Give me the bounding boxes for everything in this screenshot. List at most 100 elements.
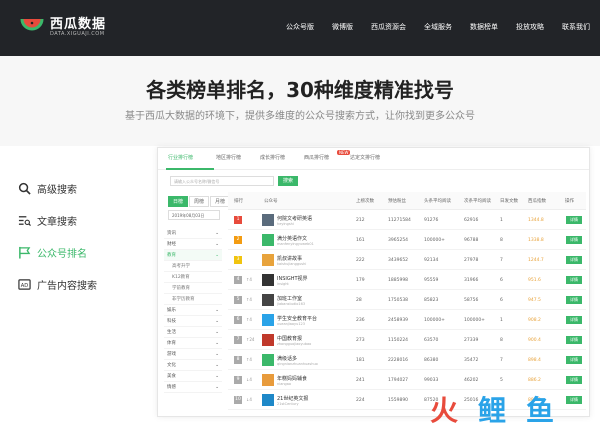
category-list: 资讯 ⌄ 财经 ⌄ 教育 ⌄ 高考升学 K12教育 学前教育 非学历教育 娱乐 ⌄ 科技 ⌄ 生活 ⌄ 体育 ⌄ 游…: [164, 228, 222, 393]
account-name[interactable]: 加班工作室: [277, 295, 302, 302]
table-row[interactable]: 1 何院文考研英语 heyingshi 212 11271584 91276 62916 1 1…: [228, 211, 586, 230]
table-row[interactable]: 7 ↑24 中国教育报 zhongguojiaoyubao 273 1150224 6357…: [228, 331, 586, 350]
account-avatar: [262, 334, 274, 346]
col-daily-posts: 日发文数: [500, 199, 518, 204]
detail-button[interactable]: 详情: [566, 296, 582, 304]
account-avatar: [262, 254, 274, 266]
account-name[interactable]: 21世纪英文报: [277, 395, 308, 402]
account-name[interactable]: 满分英语作文: [277, 235, 307, 242]
nav-item-services[interactable]: 全域服务: [424, 22, 452, 32]
category-label: 体育: [167, 341, 176, 346]
menu-item-account-ranking[interactable]: 公众号排名: [18, 236, 128, 268]
rank-trend: ↑4: [246, 297, 252, 302]
tab-growth-ranking[interactable]: 成长排行榜: [260, 154, 285, 161]
cell-listed-times: 161: [356, 238, 365, 243]
account-name[interactable]: 年糕妈妈辅食: [277, 375, 307, 382]
tab-region-ranking[interactable]: 地区排行榜: [216, 154, 241, 161]
detail-button[interactable]: 详情: [566, 236, 582, 244]
cell-daily-posts: 6: [500, 298, 503, 303]
category-item[interactable]: 娱乐 ⌄: [164, 305, 222, 316]
account-id: 21stCentury: [277, 402, 299, 406]
date-picker[interactable]: 2019年08月03日: [168, 210, 220, 220]
rank-number: 10: [234, 396, 242, 404]
detail-button[interactable]: 详情: [566, 336, 582, 344]
category-subitem[interactable]: 非学历教育: [164, 294, 222, 305]
detail-button[interactable]: 详情: [566, 316, 582, 324]
cell-head-avg-read: 86380: [424, 358, 439, 363]
account-name[interactable]: 学生安全教育平台: [277, 315, 317, 322]
nav-item-wechat[interactable]: 公众号版: [286, 22, 314, 32]
watermark-char: 鱼: [526, 394, 555, 427]
category-label: 娱乐: [167, 308, 176, 313]
category-label: 教育: [167, 253, 176, 258]
category-subitem[interactable]: K12教育: [164, 272, 222, 283]
account-avatar: [262, 354, 274, 366]
chevron-down-icon: ⌄: [215, 230, 219, 236]
category-item[interactable]: 科技 ⌄: [164, 316, 222, 327]
period-day[interactable]: 日榜: [168, 196, 189, 207]
detail-button[interactable]: 详情: [566, 356, 582, 364]
rank-trend: ↓4: [246, 377, 252, 382]
cell-listed-times: 273: [356, 338, 365, 343]
category-item[interactable]: 文化 ⌄: [164, 360, 222, 371]
period-week[interactable]: 周榜: [189, 196, 210, 207]
cell-daily-posts: 1: [500, 218, 503, 223]
account-name[interactable]: 何院文考研英语: [277, 215, 312, 222]
account-name[interactable]: 中国教育报: [277, 335, 302, 342]
cell-xigua-index: 898.4: [528, 358, 541, 363]
account-id: heyingshi: [277, 222, 294, 226]
hero-title: 各类榜单排名，30种维度精准找号: [146, 78, 454, 102]
account-name[interactable]: INSIGHT视界: [277, 275, 308, 282]
tab-xigua-ranking[interactable]: 西瓜排行榜: [304, 154, 329, 161]
cell-est-fans: 2228016: [388, 358, 409, 363]
category-item[interactable]: 资讯 ⌄: [164, 228, 222, 239]
nav-item-resources[interactable]: 西瓜资源会: [371, 22, 406, 32]
nav-item-rankings[interactable]: 数据榜单: [470, 22, 498, 32]
detail-button[interactable]: 详情: [566, 276, 582, 284]
hero-subtitle: 基于西瓜大数据的环境下，提供多维度的公众号搜索方式，让你找到更多公众号: [125, 111, 475, 122]
chevron-down-icon: ⌄: [215, 252, 219, 258]
nav-item-guide[interactable]: 投放攻略: [516, 22, 544, 32]
nav-item-contact[interactable]: 联系我们: [562, 22, 590, 32]
detail-button[interactable]: 详情: [566, 256, 582, 264]
category-label: 非学历教育: [172, 297, 195, 302]
account-id: qingnianzhuanhuashuo: [277, 362, 318, 366]
cell-head-avg-read: 85823: [424, 298, 439, 303]
col-second-avg-read: 次条平均阅读: [464, 199, 491, 204]
category-item[interactable]: 体育 ⌄: [164, 338, 222, 349]
account-avatar: [262, 234, 274, 246]
category-item[interactable]: 情感 ⌄: [164, 382, 222, 393]
cell-daily-posts: 1: [500, 318, 503, 323]
category-item[interactable]: 财经 ⌄: [164, 239, 222, 250]
menu-item-advanced-search[interactable]: 高级搜索: [18, 172, 128, 204]
account-search-input[interactable]: 请输入公众号名称/微信号: [170, 176, 274, 186]
cell-daily-posts: 8: [500, 338, 503, 343]
table-row[interactable]: 3 凯叔讲故事 kaishujianggushi 222 3439652 92134 279…: [228, 251, 586, 270]
account-avatar: [262, 274, 274, 286]
account-name[interactable]: 凯叔讲故事: [277, 255, 302, 262]
menu-item-article-search[interactable]: 文章搜索: [18, 204, 128, 236]
nav-item-weibo[interactable]: 微博版: [332, 22, 353, 32]
category-subitem[interactable]: 高考升学: [164, 261, 222, 272]
category-item[interactable]: 游戏 ⌄: [164, 349, 222, 360]
table-row[interactable]: 6 ↑4 学生安全教育平台 xueanjiaoyu123 236 2458939 10000…: [228, 311, 586, 330]
tab-custom-ranking[interactable]: 达定文排行榜: [350, 154, 380, 161]
detail-button[interactable]: 详情: [566, 216, 582, 224]
cell-daily-posts: 7: [500, 358, 503, 363]
table-row[interactable]: 5 ↑4 加班工作室 jiabanstudio163 28 1750538 85823 587…: [228, 291, 586, 310]
category-item[interactable]: 教育 ⌄: [164, 250, 222, 261]
category-item[interactable]: 美食 ⌄: [164, 371, 222, 382]
cell-xigua-index: 951.6: [528, 278, 541, 283]
search-button[interactable]: 搜索: [278, 176, 298, 186]
category-subitem[interactable]: 学前教育: [164, 283, 222, 294]
account-name[interactable]: 满级话多: [277, 355, 297, 362]
top-nav-menu: 公众号版 微博版 西瓜资源会 全域服务 数据榜单 投放攻略 联系我们: [268, 22, 590, 32]
table-row[interactable]: 4 ↑4 INSIGHT视界 insight 179 1885998 95559 31966 6…: [228, 271, 586, 290]
tab-industry-ranking[interactable]: 行业排行榜: [168, 154, 193, 161]
active-tab-indicator: [166, 168, 214, 170]
menu-item-ad-search[interactable]: AD 广告内容搜索: [18, 268, 128, 300]
table-row[interactable]: 8 ↑4 满级话多 qingnianzhuanhuashuo 181 2228016 863…: [228, 351, 586, 370]
table-row[interactable]: 2 满分英语作文 manfenyingyuweb01 161 3965254 100000…: [228, 231, 586, 250]
category-item[interactable]: 生活 ⌄: [164, 327, 222, 338]
brand-logo[interactable]: 西瓜数据 DATA.XIGUAJI.COM: [20, 13, 120, 43]
